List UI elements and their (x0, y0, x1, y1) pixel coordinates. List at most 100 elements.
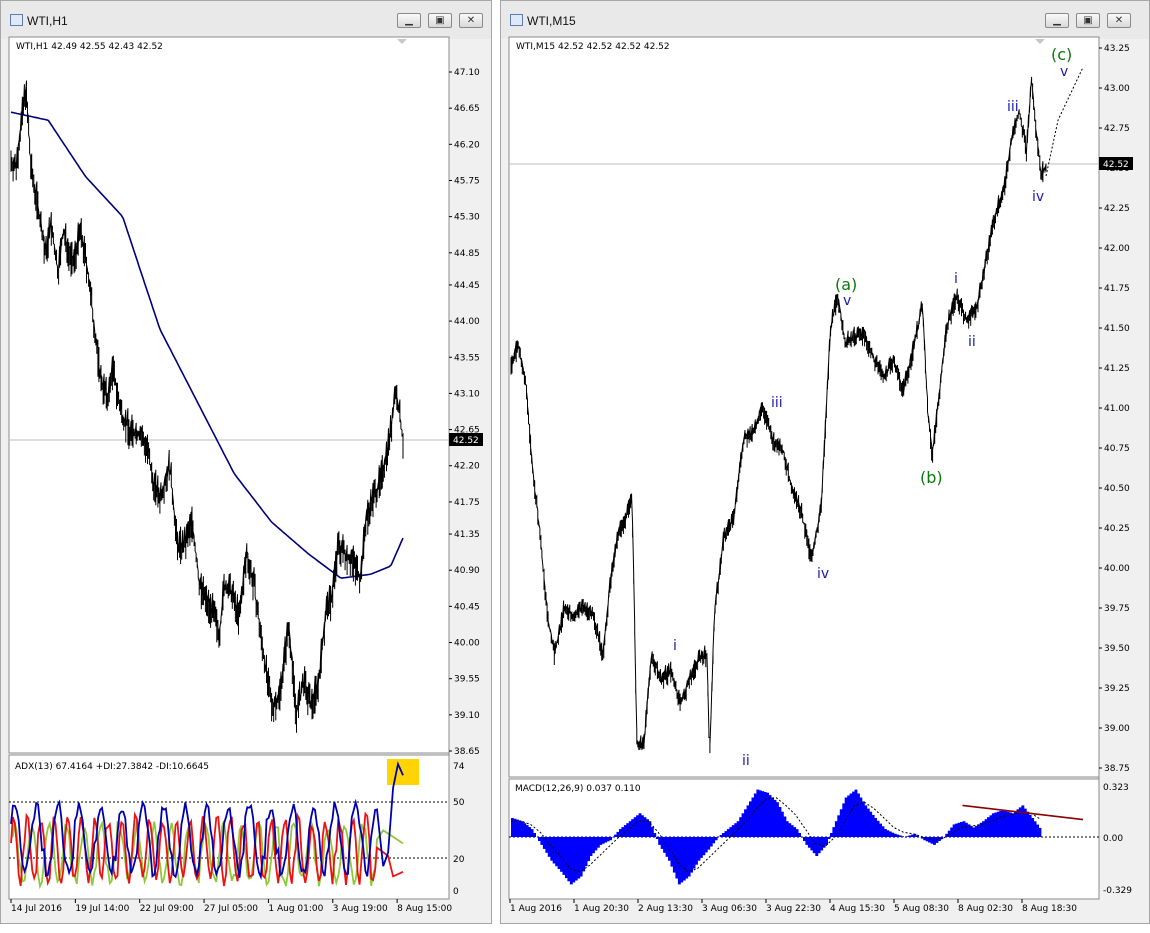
wave-label-ii: ii (742, 753, 750, 769)
wave-label-iii: iii (771, 395, 783, 411)
wave-label-iv: iv (817, 566, 829, 582)
macd-bar (653, 833, 657, 837)
adx-tick-74: 74 (453, 762, 465, 772)
macd-bar (790, 825, 794, 837)
price-tick-label: 40.45 (454, 602, 480, 612)
macd-bar (547, 837, 551, 857)
macd-bar (584, 837, 588, 867)
macd-bar (1009, 812, 1012, 837)
macd-bar (849, 793, 853, 837)
left-price-tag-label: 42.52 (453, 436, 479, 446)
macd-bar (616, 831, 620, 837)
macd-bar (807, 837, 811, 848)
macd-bar (812, 837, 816, 854)
macd-bar (837, 815, 841, 837)
macd-bar (950, 827, 954, 837)
macd-bar (572, 837, 576, 883)
price-tick-label: 44.85 (454, 249, 480, 259)
price-tick-label: 39.55 (454, 675, 480, 685)
adx-tick-50: 50 (453, 798, 465, 808)
macd-bar (707, 837, 711, 850)
macd-bar (530, 829, 534, 837)
macd-bar (991, 813, 995, 837)
time-tick-label: 4 Aug 15:30 (830, 904, 885, 914)
macd-bar (594, 837, 598, 851)
wave-label-c: (c) (1051, 45, 1072, 64)
macd-bar (977, 824, 981, 837)
macd-bar (753, 793, 757, 837)
macd-bar (672, 837, 676, 873)
macd-bar (658, 837, 662, 845)
macd-bar (1001, 810, 1005, 837)
macd-bar (776, 802, 779, 837)
macd-bar (908, 835, 912, 837)
price-tick-label: 41.75 (454, 498, 480, 508)
macd-bar (795, 829, 799, 837)
price-tick-label: 42.20 (454, 462, 480, 472)
time-tick-label: 19 Jul 14:00 (75, 904, 129, 914)
macd-bar (805, 837, 809, 845)
adx-header: ADX(13) 67.4164 +DI:27.3842 -DI:10.6645 (15, 762, 209, 772)
macd-bar (832, 827, 836, 837)
macd-bar (540, 837, 544, 845)
price-tick-label: 41.35 (454, 530, 480, 540)
adx-highlight-box (387, 759, 419, 785)
price-tick-label: 40.25 (1104, 524, 1130, 534)
macd-bar (780, 811, 784, 837)
right-price-tag-label: 42.52 (1103, 160, 1129, 170)
macd-bar (533, 833, 536, 837)
time-tick-label: 8 Aug 02:30 (958, 904, 1013, 914)
macd-bar (714, 837, 718, 841)
left-time-axis: 14 Jul 2016 19 Jul 14:00 22 Jul 09:00 27 Ju… (10, 899, 452, 914)
macd-bar (839, 809, 843, 837)
price-tick-label: 39.50 (1104, 644, 1130, 654)
price-tick-label: 41.25 (1104, 364, 1130, 374)
left-chart-canvas[interactable]: WTI,H1 42.49 42.55 42.43 42.52 47.10 46.6… (1, 1, 493, 925)
price-tick-label: 43.10 (454, 389, 480, 399)
macd-bar (844, 797, 848, 837)
macd-bar (704, 837, 708, 853)
macd-bar (699, 837, 703, 858)
price-tick-label: 42.75 (1104, 124, 1130, 134)
wave-label-b: (b) (920, 468, 943, 487)
macd-bar (758, 790, 762, 837)
price-tick-label: 38.75 (1104, 764, 1130, 774)
macd-bar (874, 818, 877, 837)
macd-bar (609, 837, 612, 841)
left-chart-header: WTI,H1 42.49 42.55 42.43 42.52 (16, 42, 163, 52)
price-tick-label: 44.45 (454, 281, 480, 291)
time-tick-label: 22 Jul 09:00 (140, 904, 194, 914)
macd-bar (726, 829, 730, 837)
wave-label-v: v (843, 293, 851, 309)
macd-tick-bottom: -0.329 (1103, 886, 1132, 896)
macd-bar (827, 837, 831, 839)
wave-label-iii-second: iii (1007, 99, 1019, 115)
macd-bar (520, 821, 524, 837)
price-tick-label: 42.25 (1104, 204, 1130, 214)
macd-bar (722, 833, 725, 837)
macd-bar (864, 805, 868, 837)
macd-tick-zero: 0.00 (1103, 834, 1123, 844)
macd-bar (933, 837, 936, 845)
macd-bar (1028, 814, 1032, 837)
price-tick-label: 40.75 (1104, 444, 1130, 454)
price-tick-label: 43.55 (454, 353, 480, 363)
price-tick-label: 46.65 (454, 104, 480, 114)
macd-bar (525, 825, 529, 837)
price-tick-label: 41.50 (1104, 324, 1130, 334)
left-chart-window: WTI,H1 ▁ ▣ ✕ WTI,H1 42.49 42.55 42.43 42… (0, 0, 492, 924)
macd-bar (996, 811, 1000, 837)
macd-bar (964, 822, 968, 837)
macd-bar (972, 827, 976, 837)
macd-bar (749, 801, 752, 837)
macd-bar (768, 795, 772, 837)
macd-bar (906, 836, 909, 837)
adx-tick-0: 0 (453, 887, 459, 897)
wave-label-iv-second: iv (1032, 189, 1044, 205)
macd-bar (636, 815, 639, 837)
price-tick-label: 44.00 (454, 317, 480, 327)
macd-bar (741, 813, 745, 837)
right-chart-canvas[interactable]: WTI,M15 42.52 42.52 42.52 42.52 43.25 43.… (501, 1, 1150, 925)
price-tick-label: 43.00 (1104, 84, 1130, 94)
macd-bar (599, 837, 603, 845)
